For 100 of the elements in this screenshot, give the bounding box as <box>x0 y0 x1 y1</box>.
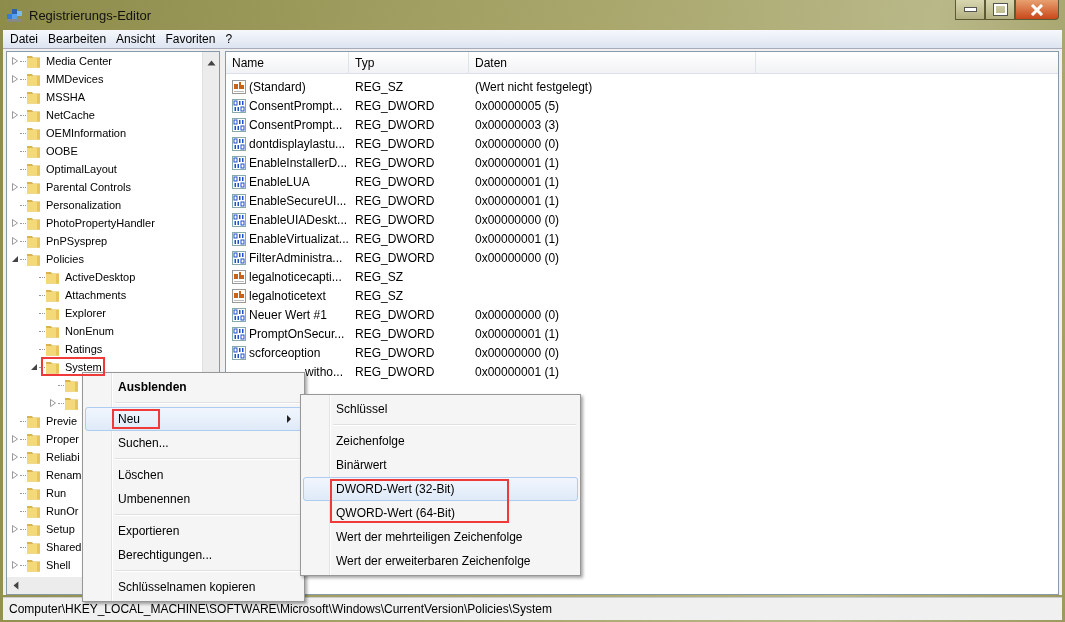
menu-item[interactable]: Löschen <box>85 463 302 487</box>
tree-item[interactable]: RunOr <box>45 503 80 519</box>
collapsed-arrow-icon[interactable] <box>11 561 19 569</box>
value-name[interactable]: EnableSecureUI... <box>249 193 347 208</box>
value-name[interactable]: PromptOnSecur... <box>249 326 345 341</box>
folder-icon <box>26 89 42 105</box>
menu-item[interactable]: Binärwert <box>303 453 578 477</box>
tree-item[interactable]: Media Center <box>45 53 114 69</box>
column-header[interactable]: Typ <box>349 52 469 73</box>
scroll-up-arrow-icon[interactable] <box>206 60 216 66</box>
menu-item[interactable]: Wert der erweiterbaren Zeichenfolge <box>303 549 578 573</box>
tree-item[interactable]: MSSHA <box>45 89 87 105</box>
binary-value-icon <box>231 211 247 228</box>
collapsed-arrow-icon[interactable] <box>11 219 19 227</box>
scroll-left-arrow-icon[interactable] <box>13 581 19 590</box>
value-name[interactable]: Neuer Wert #1 <box>249 307 327 322</box>
binary-value-icon <box>231 249 247 266</box>
menu-item[interactable]: DWORD-Wert (32-Bit) <box>303 477 578 501</box>
column-header[interactable]: Name <box>226 52 349 73</box>
value-name[interactable]: ConsentPrompt... <box>249 98 343 113</box>
tree-item[interactable]: ActiveDesktop <box>64 269 137 285</box>
tree-item[interactable]: Reliabi <box>45 449 81 465</box>
menu-item[interactable]: Suchen... <box>85 431 302 455</box>
collapsed-arrow-icon[interactable] <box>11 237 19 245</box>
menu-item[interactable]: Bearbeiten <box>43 32 112 46</box>
menu-item[interactable]: Neu <box>85 407 302 431</box>
value-name[interactable]: witho... <box>305 364 343 379</box>
tree-item[interactable]: Shared <box>45 539 83 555</box>
menu-item[interactable]: Schlüsselnamen kopieren <box>85 575 302 599</box>
folder-icon <box>26 71 42 87</box>
tree-item[interactable]: Proper <box>45 431 81 447</box>
tree-item[interactable]: Parental Controls <box>45 179 132 195</box>
expanded-arrow-icon[interactable] <box>30 363 38 371</box>
menu-item[interactable]: Schlüssel <box>303 397 578 421</box>
folder-icon <box>45 341 61 357</box>
collapsed-arrow-icon[interactable] <box>11 471 19 479</box>
value-name[interactable]: scforceoption <box>249 345 321 360</box>
tree-item[interactable]: Previe <box>45 413 79 429</box>
binary-value-icon <box>231 230 247 247</box>
collapsed-arrow-icon[interactable] <box>11 111 19 119</box>
value-data: 0x00000001 (1) <box>475 193 560 208</box>
collapsed-arrow-icon[interactable] <box>11 525 19 533</box>
value-name[interactable]: EnableVirtualizat... <box>249 231 349 246</box>
tree-item[interactable]: Personalization <box>45 197 123 213</box>
tree-item[interactable]: OEMInformation <box>45 125 128 141</box>
menu-item[interactable]: Ansicht <box>111 32 161 46</box>
menu-item[interactable]: Ausblenden <box>85 375 302 399</box>
tree-item[interactable]: PhotoPropertyHandler <box>45 215 156 231</box>
value-name[interactable]: EnableLUA <box>249 174 310 189</box>
value-type: REG_DWORD <box>355 136 435 151</box>
menu-item[interactable]: Wert der mehrteiligen Zeichenfolge <box>303 525 578 549</box>
value-name[interactable]: legalnoticetext <box>249 288 326 303</box>
tree-item[interactable]: PnPSysprep <box>45 233 109 249</box>
tree-item[interactable]: Attachments <box>64 287 128 303</box>
menu-item[interactable]: Favoriten <box>160 32 221 46</box>
menu-item[interactable]: Datei <box>5 32 43 46</box>
menu-item[interactable]: ? <box>220 32 238 46</box>
menu-item[interactable]: Berechtigungen... <box>85 543 302 567</box>
tree-item[interactable]: Ratings <box>64 341 104 357</box>
binary-value-icon <box>231 173 247 190</box>
minimize-button[interactable] <box>955 0 985 20</box>
tree-item[interactable]: Policies <box>45 251 85 267</box>
tree-item[interactable]: OptimalLayout <box>45 161 118 177</box>
value-name[interactable]: EnableUIADeskt... <box>249 212 348 227</box>
expanded-arrow-icon[interactable] <box>11 255 19 263</box>
folder-icon <box>45 359 61 375</box>
menu-item[interactable]: Zeichenfolge <box>303 429 578 453</box>
folder-icon <box>26 467 42 483</box>
collapsed-arrow-icon[interactable] <box>49 399 57 407</box>
collapsed-arrow-icon[interactable] <box>11 453 19 461</box>
value-name[interactable]: EnableInstallerD... <box>249 155 348 170</box>
tree-item[interactable]: NonEnum <box>64 323 115 339</box>
maximize-button[interactable] <box>985 0 1015 20</box>
menu-item[interactable]: Umbenennen <box>85 487 302 511</box>
collapsed-arrow-icon[interactable] <box>11 57 19 65</box>
value-name[interactable]: dontdisplaylastu... <box>249 136 346 151</box>
collapsed-arrow-icon[interactable] <box>11 183 19 191</box>
value-name[interactable]: (Standard) <box>249 79 306 94</box>
tree-item[interactable]: System <box>64 359 103 375</box>
close-button[interactable] <box>1015 0 1059 20</box>
menu-item[interactable]: QWORD-Wert (64-Bit) <box>303 501 578 525</box>
value-name[interactable]: ConsentPrompt... <box>249 117 343 132</box>
folder-icon <box>26 197 42 213</box>
value-name[interactable]: legalnoticecapti... <box>249 269 342 284</box>
value-type: REG_DWORD <box>355 307 435 322</box>
tree-item[interactable]: Run <box>45 485 68 501</box>
menu-item[interactable]: Exportieren <box>85 519 302 543</box>
tree-item[interactable]: NetCache <box>45 107 96 123</box>
tree-item[interactable]: Renam <box>45 467 83 483</box>
status-bar: Computer\HKEY_LOCAL_MACHINE\SOFTWARE\Microsoft\Windows\CurrentVersion\Policies\System <box>3 597 1062 620</box>
tree-item[interactable]: Setup <box>45 521 76 537</box>
column-header[interactable]: Daten <box>469 52 756 73</box>
tree-item[interactable]: OOBE <box>45 143 79 159</box>
collapsed-arrow-icon[interactable] <box>11 75 19 83</box>
tree-item[interactable]: MMDevices <box>45 71 105 87</box>
tree-item[interactable]: Explorer <box>64 305 107 321</box>
value-type: REG_DWORD <box>355 212 435 227</box>
collapsed-arrow-icon[interactable] <box>11 435 19 443</box>
value-name[interactable]: FilterAdministra... <box>249 250 343 265</box>
tree-item[interactable]: Shell <box>45 557 72 573</box>
